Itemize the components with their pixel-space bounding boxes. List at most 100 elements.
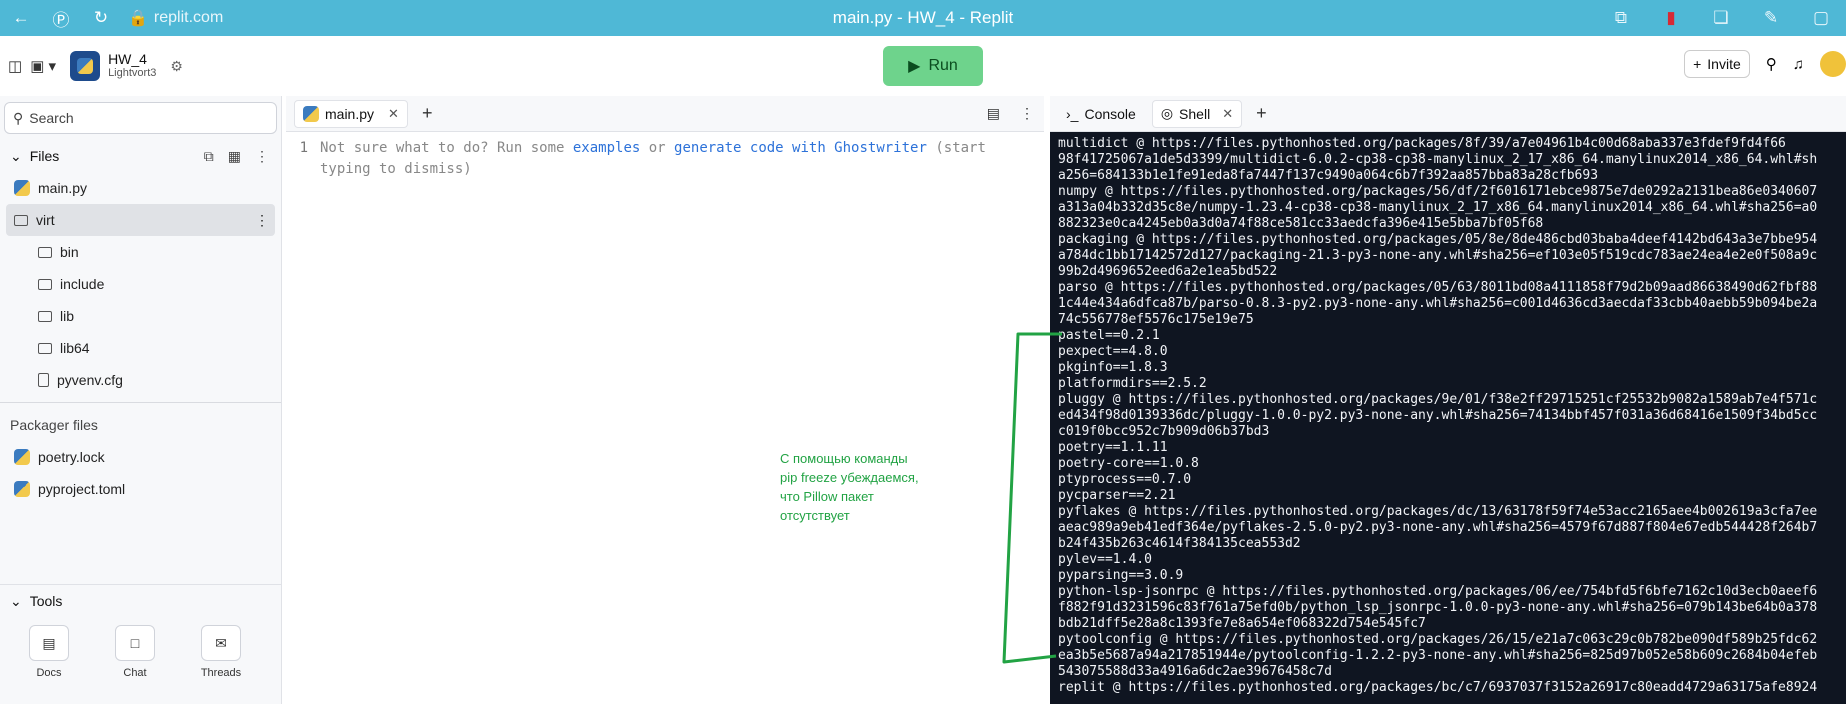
- threads-icon: ✉: [201, 625, 241, 661]
- file-icon: [38, 373, 49, 387]
- shell-line: c019f0bcc952c7b909d06b37bd3: [1058, 424, 1270, 439]
- folder-include[interactable]: include: [0, 268, 281, 300]
- examples-link[interactable]: examples: [573, 140, 640, 156]
- close-icon[interactable]: ✕: [388, 106, 399, 122]
- yandex-icon[interactable]: Ⓟ: [46, 3, 76, 33]
- bookmark-icon[interactable]: ▮: [1656, 3, 1686, 33]
- annotation-line: pip freeze убеждаемся,: [780, 470, 919, 485]
- format-icon[interactable]: ▤: [987, 105, 1000, 122]
- file-label: bin: [60, 244, 79, 260]
- new-folder-icon[interactable]: ▦: [228, 148, 241, 165]
- code-line[interactable]: 1 Not sure what to do? Run some examples…: [286, 132, 1044, 180]
- tabs-icon[interactable]: ⧉: [1606, 3, 1636, 33]
- file-label: lib: [60, 308, 75, 324]
- ghostwriter-hint: Not sure what to do? Run some examples o…: [320, 138, 1000, 180]
- run-label: Run: [928, 57, 958, 74]
- repl-info[interactable]: HW_4 Lightvort3: [108, 52, 156, 80]
- run-button[interactable]: ▶ Run: [883, 46, 983, 86]
- folder-lib[interactable]: lib: [0, 300, 281, 332]
- terminal-icon: ›_: [1066, 105, 1079, 122]
- tab-label: main.py: [325, 105, 375, 122]
- python-icon: [303, 105, 319, 122]
- shell-line: 99b2d4969652eed6a2e1ea5bd522: [1058, 264, 1278, 279]
- shell-line: platformdirs==2.5.2: [1058, 376, 1207, 391]
- shell-output[interactable]: multidict @ https://files.pythonhosted.o…: [1058, 136, 1844, 704]
- folder-icon: [14, 214, 28, 226]
- repl-settings-icon[interactable]: ⚙: [170, 58, 183, 75]
- tab-label: Console: [1084, 105, 1136, 122]
- file-pyproject-toml[interactable]: pyproject.toml: [0, 473, 281, 505]
- url-text: replit.com: [153, 9, 224, 26]
- chevron-down-icon: ⌄: [10, 147, 22, 164]
- notifications-icon[interactable]: ♫: [1793, 56, 1804, 73]
- tab-shell[interactable]: ◎ Shell ✕: [1151, 99, 1243, 128]
- search-input[interactable]: ⚲ Search: [4, 102, 277, 134]
- replit-menu-icon[interactable]: ▣ ▾: [30, 57, 56, 75]
- replit-window: ← Ⓟ ↻ 🔒 replit.com main.py - HW_4 - Repl…: [0, 0, 1846, 704]
- shell-line: 74c556778ef5576c175e19e75: [1058, 312, 1254, 327]
- shell-line: ptyprocess==0.7.0: [1058, 472, 1192, 487]
- file-pyvenv-cfg[interactable]: pyvenv.cfg: [0, 364, 281, 396]
- search-placeholder: Search: [29, 110, 74, 126]
- lock-icon: 🔒: [128, 10, 148, 27]
- downloads-icon[interactable]: ▢: [1806, 3, 1836, 33]
- search-icon[interactable]: ⚲: [1766, 55, 1777, 73]
- more-icon[interactable]: ⋮: [255, 148, 269, 165]
- annotation-line: С помощью команды: [780, 451, 908, 466]
- shell-line: poetry-core==1.0.8: [1058, 456, 1199, 471]
- more-icon[interactable]: ⋮: [1020, 105, 1034, 122]
- hint-middle: or: [640, 140, 675, 156]
- sidebar-toggle-icon[interactable]: ◫: [8, 57, 22, 75]
- new-file-icon[interactable]: ⧉: [204, 148, 214, 165]
- shell-line: parso @ https://files.pythonhosted.org/p…: [1058, 280, 1818, 295]
- chat-icon: □: [115, 625, 155, 661]
- tab-label: Shell: [1179, 105, 1211, 122]
- ghostwriter-link[interactable]: generate code with Ghostwriter: [674, 140, 927, 156]
- reload-icon[interactable]: ↻: [86, 3, 116, 33]
- file-label: pyproject.toml: [38, 481, 126, 497]
- add-tab-icon[interactable]: +: [1256, 103, 1267, 124]
- editor-actions: ▤ ⋮: [987, 105, 1034, 122]
- avatar[interactable]: [1820, 51, 1846, 77]
- hint-suffix-2: typing to dismiss): [320, 161, 472, 177]
- shell-line: 882323e0ca4245eb0a3d0a74f88ce581cc33aedc…: [1058, 216, 1544, 231]
- file-label: poetry.lock: [38, 449, 105, 465]
- folder-icon: [38, 310, 52, 322]
- tools-title: Tools: [29, 593, 63, 609]
- divider: [0, 402, 281, 403]
- file-label: lib64: [60, 340, 90, 356]
- page-title: main.py - HW_4 - Replit: [832, 8, 1014, 27]
- tab-console[interactable]: ›_ Console: [1058, 100, 1144, 128]
- more-icon[interactable]: ⋮: [255, 212, 269, 229]
- files-header[interactable]: ⌄ Files ⧉ ▦ ⋮: [0, 140, 281, 172]
- shell-line: pylev==1.4.0: [1058, 552, 1152, 567]
- shell-line: numpy @ https://files.pythonhosted.org/p…: [1058, 184, 1818, 199]
- tools-header[interactable]: ⌄ Tools: [0, 585, 282, 617]
- add-tab-icon[interactable]: +: [422, 103, 433, 124]
- editor-pane: main.py ✕ + ▤ ⋮ 1 Not sure what to do? R…: [286, 96, 1044, 704]
- folder-lib64[interactable]: lib64: [0, 332, 281, 364]
- tab-main-py[interactable]: main.py ✕: [294, 99, 408, 128]
- extension-icon[interactable]: ✎: [1756, 3, 1786, 33]
- browser-actions: ⧉ ▮ ❏ ✎ ▢: [1606, 3, 1836, 33]
- shell-line: pkginfo==1.8.3: [1058, 360, 1168, 375]
- shell-line: aeac989a9eb41edf364e/pyflakes-2.5.0-py2.…: [1058, 520, 1818, 535]
- back-icon[interactable]: ←: [6, 3, 36, 33]
- address-bar[interactable]: 🔒 replit.com: [128, 8, 223, 28]
- python-icon: [77, 58, 94, 74]
- annotation-note: С помощью команды pip freeze убеждаемся,…: [780, 449, 950, 525]
- tool-docs[interactable]: ▤ Docs: [26, 625, 72, 679]
- shell-line: a256=684133b1e1fe91eda8fa7447f137c9490a0…: [1058, 168, 1599, 183]
- collections-icon[interactable]: ❏: [1706, 3, 1736, 33]
- repl-name: HW_4: [108, 51, 147, 67]
- folder-bin[interactable]: bin: [0, 236, 281, 268]
- tool-threads[interactable]: ✉ Threads: [198, 625, 244, 679]
- invite-button[interactable]: + Invite: [1684, 50, 1750, 78]
- tool-chat[interactable]: □ Chat: [112, 625, 158, 679]
- folder-virt[interactable]: virt ⋮: [6, 204, 275, 236]
- file-main-py[interactable]: main.py: [0, 172, 281, 204]
- shell-icon: ◎: [1160, 105, 1174, 121]
- close-icon[interactable]: ✕: [1222, 106, 1233, 122]
- file-poetry-lock[interactable]: poetry.lock: [0, 441, 281, 473]
- tools-section: ⌄ Tools ▤ Docs □ Chat ✉ Threads: [0, 584, 282, 704]
